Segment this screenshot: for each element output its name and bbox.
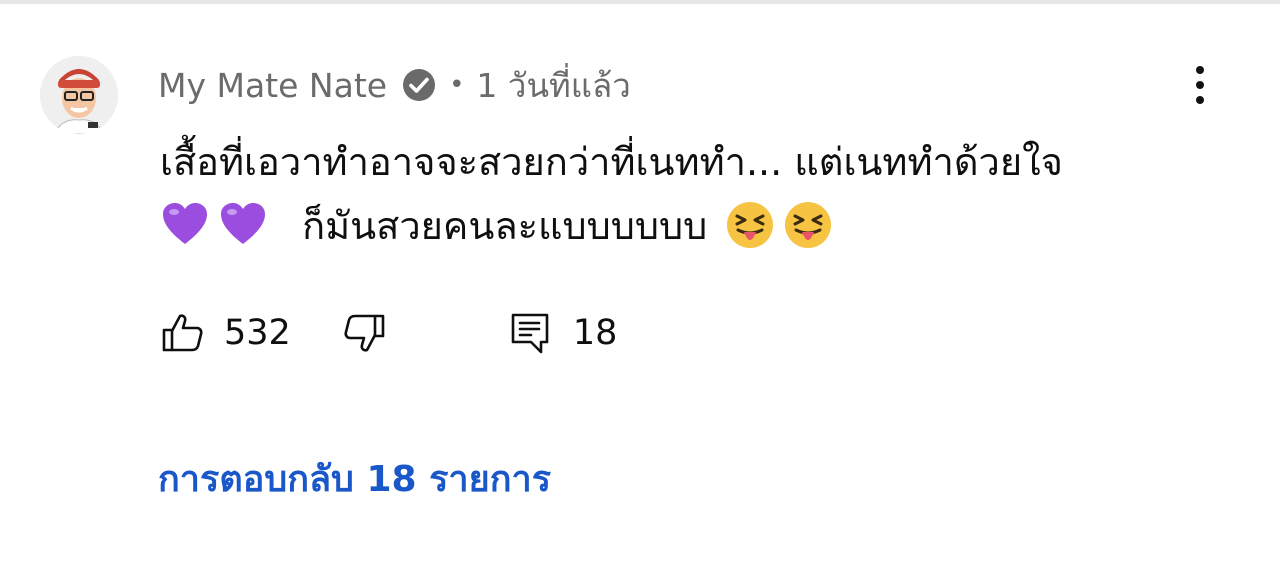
view-replies-button[interactable]: การตอบกลับ 18 รายการ xyxy=(158,450,551,507)
comment-actions: 532 18 xyxy=(160,305,617,361)
squinting-tongue-emoji xyxy=(725,200,775,250)
thumbs-up-icon[interactable] xyxy=(160,310,206,356)
reply-count: 18 xyxy=(572,313,618,353)
like-count: 532 xyxy=(224,313,291,353)
squinting-tongue-emoji xyxy=(783,200,833,250)
reply-comment-icon[interactable] xyxy=(507,310,553,356)
comment-text-line-2: ก็มันสวยคนละแบบบบบบ xyxy=(302,204,708,248)
comment-header: My Mate Nate • 1 วันที่แล้ว xyxy=(158,60,631,110)
separator-dot: • xyxy=(449,70,465,100)
purple-heart-emoji xyxy=(160,200,210,250)
comment-text-line-1: เสื้อที่เอวาทำอาจจะสวยกว่าที่เนททำ... แต… xyxy=(160,140,1063,184)
purple-heart-emoji xyxy=(218,200,268,250)
comment-card: My Mate Nate • 1 วันที่แล้ว เสื้อที่เอวา… xyxy=(0,0,1280,565)
timestamp[interactable]: 1 วันที่แล้ว xyxy=(476,59,630,112)
verified-check-icon xyxy=(401,67,437,103)
comment-text-line-2-wrapper: ก็มันสวยคนละแบบบบบบ xyxy=(160,194,1240,258)
author-name[interactable]: My Mate Nate xyxy=(158,66,387,105)
comment-text: เสื้อที่เอวาทำอาจจะสวยกว่าที่เนททำ... แต… xyxy=(160,130,1240,258)
more-vertical-icon[interactable] xyxy=(1186,60,1214,110)
thumbs-down-icon[interactable] xyxy=(341,310,387,356)
avatar[interactable] xyxy=(40,56,118,134)
top-divider xyxy=(0,0,1280,4)
